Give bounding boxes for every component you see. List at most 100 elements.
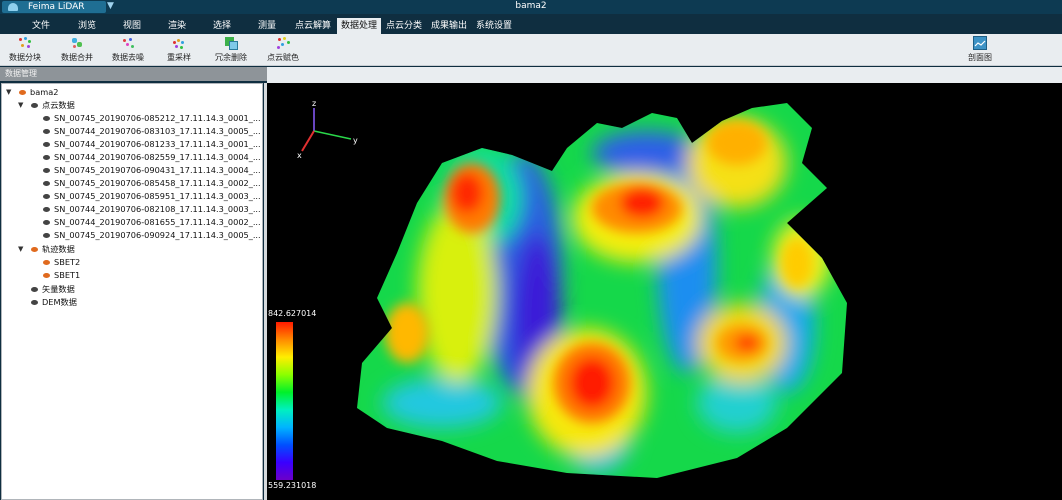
expand-arrow-icon[interactable]: ▼: [18, 243, 23, 256]
data-denoise-icon: [121, 36, 135, 50]
visibility-icon[interactable]: [43, 142, 50, 147]
redundancy-delete-button[interactable]: 冗余删除: [210, 36, 252, 66]
data-denoise-button[interactable]: 数据去噪: [107, 36, 149, 66]
expand-arrow-icon[interactable]: ▼: [18, 99, 23, 112]
elevation-max-label: 842.627014: [268, 309, 317, 318]
visibility-icon[interactable]: [43, 233, 50, 238]
point-cloud-render: z y x: [297, 99, 847, 478]
elevation-min-label: 559.231018: [268, 481, 317, 490]
visibility-icon[interactable]: [43, 168, 50, 173]
menu-settings[interactable]: 系统设置: [472, 18, 516, 34]
menu-point-cloud-solve[interactable]: 点云解算: [290, 18, 336, 34]
redundancy-delete-label: 冗余删除: [215, 53, 247, 62]
visibility-icon[interactable]: [43, 129, 50, 134]
visibility-icon[interactable]: [43, 260, 50, 265]
visibility-icon[interactable]: [43, 181, 50, 186]
data-merge-icon: [70, 36, 84, 50]
point-cloud-file-label: SN_00744_20190706-083103_17.11.14.3_0005…: [54, 126, 261, 136]
point-cloud-file-label: SN_00745_20190706-085212_17.11.14.3_0001…: [54, 113, 261, 123]
visibility-icon[interactable]: [43, 155, 50, 160]
visibility-icon[interactable]: [43, 116, 50, 121]
data-merge-button[interactable]: 数据合并: [56, 36, 98, 66]
point-cloud-file-label: SN_00745_20190706-085458_17.11.14.3_0002…: [54, 178, 261, 188]
tree-node-point-cloud-file[interactable]: SN_00744_20190706-082559_17.11.14.3_0004…: [43, 151, 261, 164]
axis-z-label: z: [312, 99, 316, 108]
menu-file[interactable]: 文件: [26, 18, 56, 34]
menu-point-cloud-classify[interactable]: 点云分类: [382, 18, 426, 34]
point-cloud-viewport[interactable]: z y x: [267, 83, 1062, 500]
point-cloud-file-label: SN_00745_20190706-090431_17.11.14.3_0004…: [54, 165, 261, 175]
expand-arrow-icon[interactable]: ▼: [6, 86, 11, 99]
viewport-header: [267, 67, 1062, 83]
window-title: bama2: [515, 1, 547, 11]
data-tree: ▼ bama2 ▼ 点云数据 SN_00745_20190706-085212_…: [1, 83, 263, 500]
menu-bar: 文件 浏览 视图 渲染 选择 测量 点云解算 数据处理 点云分类 成果输出 系统…: [0, 18, 1062, 34]
point-cloud-file-label: SN_00744_20190706-082108_17.11.14.3_0003…: [54, 204, 261, 214]
data-management-panel-title: 数据管理: [0, 67, 267, 81]
visibility-icon[interactable]: [43, 220, 50, 225]
tree-node-trajectory-file[interactable]: SBET2: [43, 256, 243, 269]
tree-node-point-cloud-file[interactable]: SN_00745_20190706-090924_17.11.14.3_0005…: [43, 229, 261, 242]
tree-node-trajectory-file[interactable]: SBET1: [43, 269, 243, 282]
redundancy-delete-icon: [224, 36, 238, 50]
menu-render[interactable]: 渲染: [162, 18, 192, 34]
data-denoise-label: 数据去噪: [112, 53, 144, 62]
visibility-icon[interactable]: [31, 287, 38, 292]
menu-browse[interactable]: 浏览: [72, 18, 102, 34]
data-tiling-label: 数据分块: [9, 53, 41, 62]
tree-node-point-cloud-file[interactable]: SN_00745_20190706-090431_17.11.14.3_0004…: [43, 164, 261, 177]
tree-node-point-cloud-file[interactable]: SN_00745_20190706-085458_17.11.14.3_0002…: [43, 177, 261, 190]
point-cloud-colorize-label: 点云赋色: [267, 53, 299, 62]
profile-button[interactable]: 剖面图: [962, 36, 998, 66]
visibility-icon[interactable]: [31, 103, 38, 108]
tree-node-point-cloud-file[interactable]: SN_00745_20190706-085212_17.11.14.3_0001…: [43, 112, 261, 125]
resample-icon: [172, 36, 186, 50]
point-cloud-file-label: SN_00744_20190706-081655_17.11.14.3_0002…: [54, 217, 261, 227]
data-tiling-button[interactable]: 数据分块: [4, 36, 46, 66]
data-tiling-icon: [18, 36, 32, 50]
point-cloud-file-label: SN_00744_20190706-081233_17.11.14.3_0001…: [54, 139, 261, 149]
menu-select[interactable]: 选择: [207, 18, 237, 34]
point-cloud-colorize-icon: [276, 36, 290, 50]
point-cloud-file-label: SN_00745_20190706-085951_17.11.14.3_0003…: [54, 191, 261, 201]
resample-label: 重采样: [167, 53, 191, 62]
tree-label-vector-group: 矢量数据: [42, 284, 75, 294]
visibility-icon[interactable]: [31, 247, 38, 252]
axis-x-label: x: [297, 151, 302, 160]
tree-node-trajectory-group[interactable]: ▼ 轨迹数据: [18, 243, 258, 256]
tree-node-point-cloud-file[interactable]: SN_00744_20190706-081655_17.11.14.3_0002…: [43, 216, 261, 229]
point-cloud-file-label: SN_00745_20190706-090924_17.11.14.3_0005…: [54, 230, 261, 240]
tree-node-point-cloud-group[interactable]: ▼ 点云数据: [18, 99, 258, 112]
menu-data-processing[interactable]: 数据处理: [337, 18, 381, 34]
profile-icon: [973, 36, 987, 50]
visibility-icon[interactable]: [43, 207, 50, 212]
title-bar: Feima LiDAR ▼ bama2: [0, 0, 1062, 14]
tree-node-point-cloud-file[interactable]: SN_00745_20190706-085951_17.11.14.3_0003…: [43, 190, 261, 203]
tree-node-point-cloud-file[interactable]: SN_00744_20190706-083103_17.11.14.3_0005…: [43, 125, 261, 138]
visibility-icon[interactable]: [43, 194, 50, 199]
tree-label-trajectory-group: 轨迹数据: [42, 244, 75, 254]
menu-measure[interactable]: 测量: [252, 18, 282, 34]
data-merge-label: 数据合并: [61, 53, 93, 62]
point-cloud-colorize-button[interactable]: 点云赋色: [262, 36, 304, 66]
tree-label-root: bama2: [30, 87, 59, 97]
point-cloud-file-label: SN_00744_20190706-082559_17.11.14.3_0004…: [54, 152, 261, 162]
profile-label: 剖面图: [968, 53, 992, 62]
tree-node-point-cloud-file[interactable]: SN_00744_20190706-082108_17.11.14.3_0003…: [43, 203, 261, 216]
elevation-color-legend: [276, 322, 293, 480]
visibility-icon[interactable]: [19, 90, 26, 95]
ribbon-toolbar: 数据分块 数据合并 数据去噪 重采样 冗余删除 点云赋色 剖面图: [0, 34, 1062, 66]
resample-button[interactable]: 重采样: [160, 36, 198, 66]
tree-node-vector-group[interactable]: 矢量数据: [31, 283, 251, 296]
menu-output[interactable]: 成果输出: [427, 18, 471, 34]
tree-node-point-cloud-file[interactable]: SN_00744_20190706-081233_17.11.14.3_0001…: [43, 138, 261, 151]
axis-y-label: y: [353, 136, 358, 145]
tree-label-dem-group: DEM数据: [42, 297, 77, 307]
tree-label-point-cloud-group: 点云数据: [42, 100, 75, 110]
visibility-icon[interactable]: [43, 273, 50, 278]
tree-node-dem-group[interactable]: DEM数据: [31, 296, 251, 309]
visibility-icon[interactable]: [31, 300, 38, 305]
trajectory-file-label: SBET1: [54, 270, 81, 280]
tree-node-root[interactable]: ▼ bama2: [6, 86, 256, 99]
menu-view[interactable]: 视图: [117, 18, 147, 34]
